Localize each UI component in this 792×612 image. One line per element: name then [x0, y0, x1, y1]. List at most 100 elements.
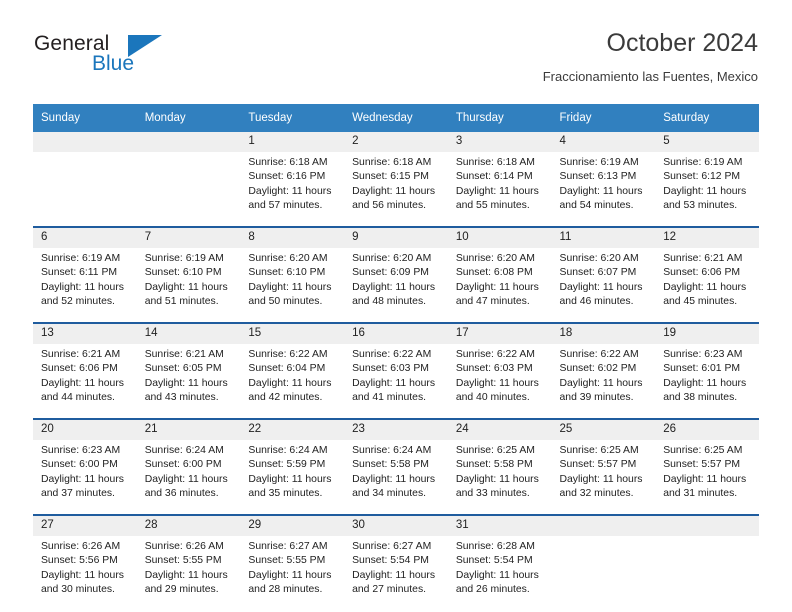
daylight-text-line1: Daylight: 11 hours: [455, 185, 539, 197]
daylight-text-line2: and 57 minutes.: [248, 200, 323, 212]
day-number-empty: [551, 516, 656, 536]
day-number-cell[interactable]: 28: [136, 516, 241, 536]
day-number-cell[interactable]: 2: [344, 132, 448, 152]
day-detail-cell: Sunrise: 6:20 AM Sunset: 6:07 PM Daylight:…: [551, 248, 656, 322]
sunset-text: Sunset: 6:13 PM: [559, 171, 637, 183]
day-number-cell[interactable]: 5: [655, 132, 759, 152]
daylight-text-line2: and 52 minutes.: [41, 296, 115, 308]
calendar-page: General Blue October 2024 Fraccionamient…: [0, 0, 792, 612]
day-number-cell[interactable]: 12: [655, 228, 759, 248]
day-detail-cell: Sunrise: 6:21 AM Sunset: 6:05 PM Daylight:…: [136, 344, 241, 418]
calendar-body: 1 2 3 4 5 Sunrise: 6:18 AM Sunset: 6:16 PM Dayl…: [33, 132, 759, 610]
sunset-text: Sunset: 5:57 PM: [663, 459, 741, 471]
sunset-text: Sunset: 6:14 PM: [455, 171, 533, 183]
sunset-text: Sunset: 6:11 PM: [41, 267, 118, 279]
day-number-cell[interactable]: 31: [447, 516, 552, 536]
day-detail-cell: Sunrise: 6:22 AM Sunset: 6:04 PM Daylight:…: [240, 344, 345, 418]
weekday-header-tuesday: Tuesday: [240, 104, 345, 132]
daylight-text-line2: and 54 minutes.: [559, 200, 634, 212]
day-detail-cell: Sunrise: 6:26 AM Sunset: 5:55 PM Daylight:…: [136, 536, 241, 610]
sunset-text: Sunset: 6:06 PM: [41, 363, 118, 375]
sunset-text: Sunset: 6:06 PM: [663, 267, 741, 279]
day-number-cell[interactable]: 4: [551, 132, 656, 152]
day-number-cell[interactable]: 15: [240, 324, 345, 344]
daylight-text-line1: Daylight: 11 hours: [248, 185, 332, 197]
sunset-text: Sunset: 5:55 PM: [144, 555, 222, 567]
sunrise-text: Sunrise: 6:24 AM: [352, 445, 432, 456]
weekday-header-friday: Friday: [551, 104, 656, 132]
weekday-header-sunday: Sunday: [33, 104, 137, 132]
day-number-empty: [136, 132, 241, 152]
daylight-text-line2: and 31 minutes.: [663, 488, 738, 500]
week-daynumber-row: 13 14 15 16 17 18 19: [33, 324, 759, 344]
daylight-text-line2: and 40 minutes.: [455, 392, 530, 404]
daylight-text-line1: Daylight: 11 hours: [352, 377, 436, 389]
daylight-text-line2: and 28 minutes.: [248, 584, 323, 596]
sunrise-text: Sunrise: 6:22 AM: [559, 349, 639, 360]
day-number-cell[interactable]: 6: [33, 228, 137, 248]
sunrise-text: Sunrise: 6:23 AM: [663, 349, 743, 360]
day-number-cell[interactable]: 16: [344, 324, 448, 344]
day-number-cell[interactable]: 27: [33, 516, 137, 536]
sunset-text: Sunset: 6:02 PM: [559, 363, 637, 375]
daylight-text-line1: Daylight: 11 hours: [352, 473, 436, 485]
daylight-text-line1: Daylight: 11 hours: [248, 377, 332, 389]
day-number-cell[interactable]: 11: [551, 228, 656, 248]
day-number-cell[interactable]: 19: [655, 324, 759, 344]
daylight-text-line2: and 36 minutes.: [144, 488, 219, 500]
sunrise-text: Sunrise: 6:20 AM: [559, 253, 639, 264]
sunset-text: Sunset: 6:10 PM: [144, 267, 222, 279]
daylight-text-line1: Daylight: 11 hours: [663, 377, 747, 389]
day-number-cell[interactable]: 14: [136, 324, 241, 344]
day-number-cell[interactable]: 29: [240, 516, 345, 536]
day-number-cell[interactable]: 3: [447, 132, 552, 152]
daylight-text-line1: Daylight: 11 hours: [663, 281, 747, 293]
daylight-text-line1: Daylight: 11 hours: [455, 377, 539, 389]
day-number-cell[interactable]: 20: [33, 420, 137, 440]
daylight-text-line2: and 55 minutes.: [455, 200, 530, 212]
daylight-text-line2: and 51 minutes.: [144, 296, 219, 308]
day-detail-empty: [136, 152, 241, 226]
day-number-cell[interactable]: 25: [551, 420, 656, 440]
day-detail-empty: [33, 152, 137, 226]
daylight-text-line2: and 56 minutes.: [352, 200, 427, 212]
day-detail-empty: [551, 536, 656, 610]
daylight-text-line1: Daylight: 11 hours: [41, 473, 124, 485]
sunset-text: Sunset: 6:00 PM: [144, 459, 222, 471]
day-number-cell[interactable]: 24: [447, 420, 552, 440]
day-number-cell[interactable]: 13: [33, 324, 137, 344]
daylight-text-line1: Daylight: 11 hours: [663, 473, 747, 485]
daylight-text-line1: Daylight: 11 hours: [248, 569, 332, 581]
sunrise-text: Sunrise: 6:18 AM: [455, 157, 535, 168]
daylight-text-line1: Daylight: 11 hours: [248, 473, 332, 485]
sunset-text: Sunset: 6:04 PM: [248, 363, 326, 375]
day-number-cell[interactable]: 7: [136, 228, 241, 248]
day-number-cell[interactable]: 23: [344, 420, 448, 440]
week-detail-row: Sunrise: 6:21 AM Sunset: 6:06 PM Daylight:…: [33, 344, 759, 418]
daylight-text-line2: and 41 minutes.: [352, 392, 427, 404]
day-number-cell[interactable]: 26: [655, 420, 759, 440]
day-number-cell[interactable]: 9: [344, 228, 448, 248]
week-daynumber-row: 20 21 22 23 24 25 26: [33, 420, 759, 440]
day-number-cell[interactable]: 1: [240, 132, 345, 152]
daylight-text-line1: Daylight: 11 hours: [144, 281, 228, 293]
day-number-cell[interactable]: 8: [240, 228, 345, 248]
general-blue-logo[interactable]: General Blue: [34, 32, 264, 88]
sunrise-text: Sunrise: 6:20 AM: [352, 253, 432, 264]
day-number-cell[interactable]: 22: [240, 420, 345, 440]
week-daynumber-row: 6 7 8 9 10 11 12: [33, 228, 759, 248]
day-detail-cell: Sunrise: 6:23 AM Sunset: 6:00 PM Daylight:…: [33, 440, 137, 514]
daylight-text-line2: and 53 minutes.: [663, 200, 738, 212]
day-number-cell[interactable]: 17: [447, 324, 552, 344]
daylight-text-line2: and 47 minutes.: [455, 296, 530, 308]
day-detail-cell: Sunrise: 6:18 AM Sunset: 6:15 PM Daylight:…: [344, 152, 448, 226]
day-number-cell[interactable]: 30: [344, 516, 448, 536]
day-number-cell[interactable]: 10: [447, 228, 552, 248]
daylight-text-line2: and 26 minutes.: [455, 584, 530, 596]
day-number-cell[interactable]: 21: [136, 420, 241, 440]
daylight-text-line1: Daylight: 11 hours: [41, 569, 124, 581]
day-detail-cell: Sunrise: 6:21 AM Sunset: 6:06 PM Daylight:…: [655, 248, 759, 322]
daylight-text-line2: and 44 minutes.: [41, 392, 115, 404]
day-number-cell[interactable]: 18: [551, 324, 656, 344]
day-detail-cell: Sunrise: 6:24 AM Sunset: 5:58 PM Daylight:…: [344, 440, 448, 514]
